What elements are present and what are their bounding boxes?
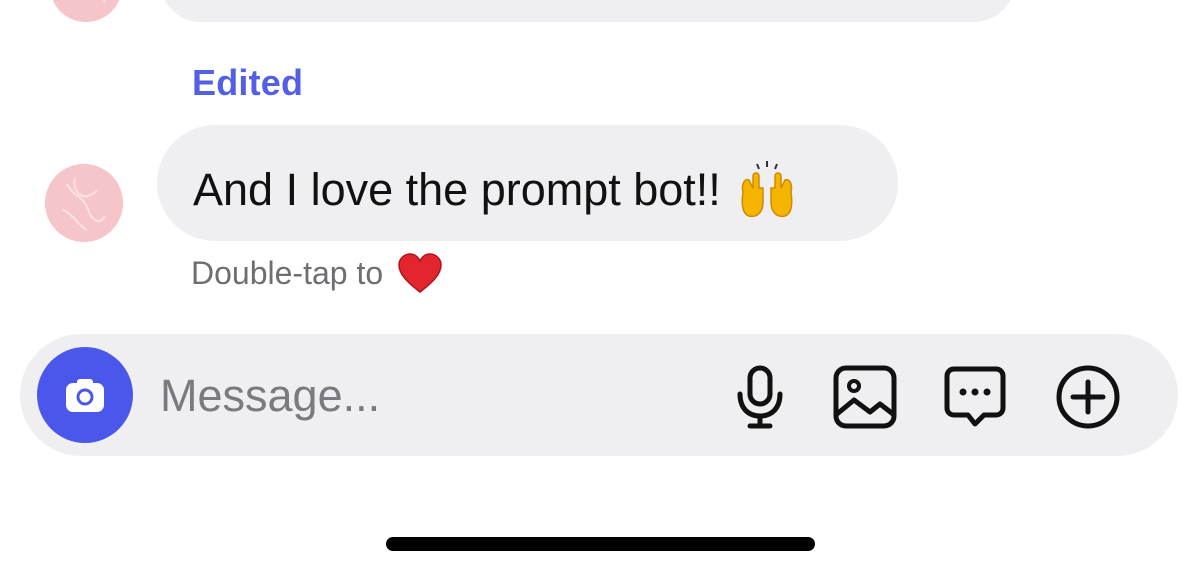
microphone-button[interactable]	[727, 364, 793, 430]
previous-sender-avatar[interactable]	[50, 0, 122, 22]
camera-icon	[66, 379, 104, 412]
message-text: And I love the prompt bot!!	[193, 164, 721, 215]
avatar-illustration	[45, 164, 123, 242]
message-bubble[interactable]: And I love the prompt bot!!	[157, 125, 898, 241]
double-tap-hint: Double-tap to	[191, 252, 443, 294]
message-input[interactable]	[158, 364, 702, 428]
avatar-illustration	[50, 0, 122, 22]
add-button[interactable]	[1055, 364, 1121, 430]
microphone-icon	[737, 365, 783, 429]
sender-avatar[interactable]	[45, 164, 123, 242]
image-icon	[833, 365, 897, 429]
raising-hands-emoji	[735, 158, 799, 222]
camera-button[interactable]	[37, 347, 133, 443]
message-content: And I love the prompt bot!!	[193, 158, 799, 222]
edited-label[interactable]: Edited	[192, 62, 303, 104]
red-heart-emoji	[397, 252, 443, 294]
hint-text: Double-tap to	[191, 254, 384, 291]
previous-message-bubble[interactable]	[160, 0, 1015, 22]
gallery-button[interactable]	[832, 364, 898, 430]
plus-circle-icon	[1056, 365, 1120, 429]
sticker-chat-icon	[944, 366, 1006, 427]
message-composer	[20, 334, 1178, 456]
home-indicator[interactable]	[386, 537, 815, 551]
sticker-button[interactable]	[942, 364, 1008, 430]
